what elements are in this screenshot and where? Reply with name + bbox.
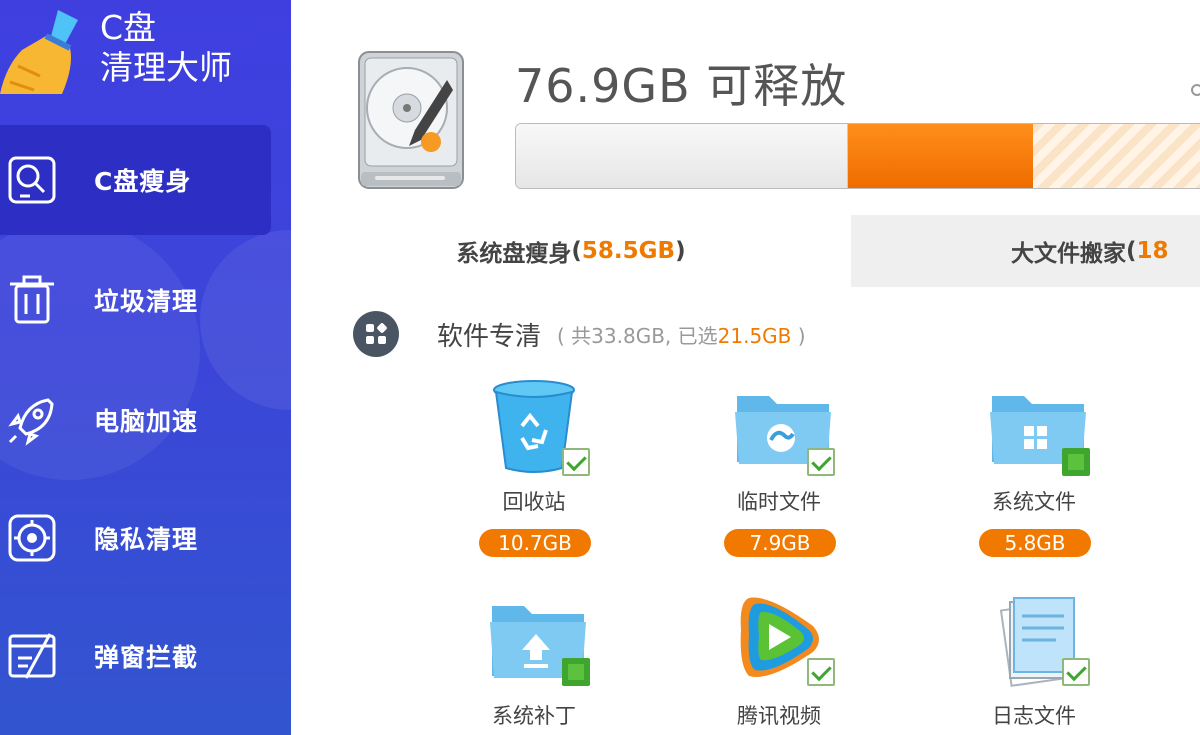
broom-logo-icon: [0, 10, 78, 94]
disk-other-segment: [1032, 124, 1200, 188]
hard-drive-icon: [358, 51, 464, 189]
sidebar-item-popup-block[interactable]: 弹窗拦截: [0, 601, 271, 711]
item-checkbox[interactable]: [1062, 448, 1090, 476]
sidebar-item-label: 垃圾清理: [94, 287, 199, 316]
item-name: 系统补丁: [492, 704, 576, 728]
clean-item-system-patch[interactable]: 系统补丁: [449, 598, 619, 735]
summary-suffix: ): [791, 323, 806, 348]
app-name-line2: 清理大师: [100, 48, 232, 87]
sidebar-item-speedup[interactable]: 电脑加速: [0, 365, 271, 475]
disk-magnifier-icon: [8, 156, 56, 204]
tab-paren: (: [571, 238, 582, 264]
privacy-shield-icon: [8, 514, 56, 562]
clean-item-recycle-bin[interactable]: 回收站 10.7GB: [449, 378, 619, 568]
item-name: 系统文件: [992, 490, 1076, 514]
tab-system-slim[interactable]: 系统盘瘦身 (58.5GB): [291, 215, 851, 287]
clean-item-system-files[interactable]: 系统文件 5.8GB: [949, 378, 1119, 568]
app-name: C盘 清理大师: [100, 8, 232, 88]
tab-label: 系统盘瘦身: [456, 241, 572, 267]
sidebar-item-junk-clean[interactable]: 垃圾清理: [0, 245, 271, 355]
item-checkbox[interactable]: [807, 448, 835, 476]
refresh-icon[interactable]: [1191, 84, 1200, 96]
section-title: 软件专清: [437, 321, 542, 352]
item-name: 日志文件: [992, 704, 1076, 728]
summary-prefix: ( 共33.8GB, 已选: [557, 323, 718, 348]
tab-size: 18: [1136, 238, 1169, 264]
clean-item-temp-files[interactable]: 临时文件 7.9GB: [694, 378, 864, 568]
tab-label: 大文件搬家: [1011, 241, 1126, 267]
item-name: 腾讯视频: [737, 704, 821, 728]
tab-paren: ): [675, 238, 686, 264]
sidebar-item-c-slim[interactable]: C盘瘦身: [0, 125, 271, 235]
sidebar-item-label: C盘瘦身: [94, 167, 192, 196]
clean-item-log-files[interactable]: 日志文件: [949, 592, 1119, 735]
disk-summary: 76.9GB 可释放: [291, 0, 1200, 215]
disk-releasable-segment: [847, 124, 1033, 188]
section-summary: ( 共33.8GB, 已选21.5GB ): [557, 320, 806, 349]
main-panel: 76.9GB 可释放 系统盘瘦身 (58.5GB) 大文件搬家 (18 软件专清…: [291, 0, 1200, 735]
item-checkbox[interactable]: [562, 658, 590, 686]
rocket-icon: [8, 398, 54, 446]
summary-selected: 21.5GB: [717, 323, 792, 348]
sidebar: C盘 清理大师 C盘瘦身 垃圾清理 电脑加速 隐私清理 弹窗拦截: [0, 0, 291, 735]
app-name-line1: C盘: [100, 8, 157, 47]
tab-size: 58.5GB: [581, 238, 676, 264]
apps-grid-icon: [353, 311, 399, 357]
item-checkbox[interactable]: [1062, 658, 1090, 686]
item-name: 临时文件: [737, 490, 821, 514]
popup-block-icon: [8, 633, 56, 679]
sidebar-item-label: 隐私清理: [94, 525, 199, 554]
app-window: C盘 清理大师 C盘瘦身 垃圾清理 电脑加速 隐私清理 弹窗拦截 76.9GB …: [0, 0, 1200, 735]
tab-paren: (: [1126, 238, 1137, 264]
sidebar-item-privacy[interactable]: 隐私清理: [0, 483, 271, 593]
disk-used-segment: [516, 124, 848, 188]
tab-big-file-move[interactable]: 大文件搬家 (18: [851, 215, 1200, 287]
disk-usage-bar: [515, 123, 1200, 189]
software-clean-header: 软件专清 ( 共33.8GB, 已选21.5GB ): [353, 311, 806, 357]
clean-item-tencent-video[interactable]: 腾讯视频: [694, 590, 864, 735]
trash-can-icon: [10, 275, 54, 324]
app-logo: C盘 清理大师: [0, 0, 291, 110]
item-size-badge: 5.8GB: [979, 529, 1091, 557]
item-size-badge: 10.7GB: [479, 529, 591, 557]
sidebar-item-label: 电脑加速: [94, 407, 199, 436]
tab-bar: 系统盘瘦身 (58.5GB) 大文件搬家 (18: [291, 215, 1200, 287]
item-checkbox[interactable]: [562, 448, 590, 476]
sidebar-item-label: 弹窗拦截: [94, 643, 199, 672]
releasable-size-title: 76.9GB 可释放: [515, 59, 848, 113]
item-checkbox[interactable]: [807, 658, 835, 686]
item-name: 回收站: [502, 490, 566, 514]
item-size-badge: 7.9GB: [724, 529, 836, 557]
